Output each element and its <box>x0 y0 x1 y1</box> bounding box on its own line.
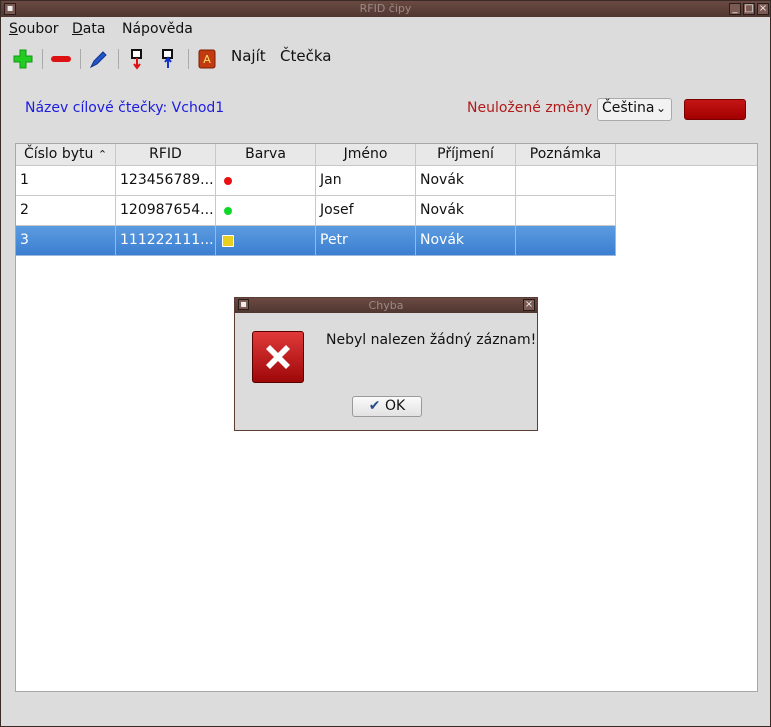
toolbar: A Najít Čtečka <box>1 41 770 73</box>
cell-last-name[interactable]: Novák <box>416 196 516 226</box>
reader-name-label: Název cílové čtečky: Vchod1 <box>25 100 225 116</box>
color-dot-icon <box>224 177 232 185</box>
cell-color[interactable] <box>216 166 316 196</box>
cell-first-name[interactable]: Jan <box>316 166 416 196</box>
color-dot-icon <box>222 235 234 247</box>
menubar: Soubor Data Nápověda <box>1 18 770 40</box>
toolbar-separator <box>80 49 81 69</box>
error-dialog: ▪ Chyba × Nebyl nalezen žádný záznam! ✔ … <box>234 297 538 431</box>
cell-last-name[interactable]: Novák <box>416 166 516 196</box>
menu-data-label: ata <box>82 21 106 37</box>
dialog-menu-icon[interactable]: ▪ <box>238 299 249 310</box>
error-icon <box>252 331 304 383</box>
toolbar-separator <box>188 49 189 69</box>
cell-apartment[interactable]: 2 <box>16 196 116 226</box>
minimize-icon[interactable]: _ <box>729 3 741 15</box>
unsaved-changes-label: Neuložené změny <box>467 100 593 116</box>
dialog-title: Chyba <box>368 299 404 312</box>
toolbar-separator <box>42 49 43 69</box>
dictionary-icon[interactable]: A <box>194 46 220 72</box>
toolbar-separator <box>118 49 119 69</box>
cell-first-name[interactable]: Petr <box>316 226 416 256</box>
cell-rfid[interactable]: 123456789... <box>116 166 216 196</box>
cell-last-name[interactable]: Novák <box>416 226 516 256</box>
sort-ascending-icon: ⌃ <box>97 148 108 161</box>
window-menu-icon[interactable]: ▪ <box>4 3 16 15</box>
cell-color[interactable] <box>216 196 316 226</box>
table-header: Číslo bytu ⌃ RFID Barva Jméno Příjmení P… <box>16 144 757 166</box>
cell-rfid[interactable]: 111222111... <box>116 226 216 256</box>
move-down-icon[interactable] <box>124 46 150 72</box>
window-titlebar[interactable]: ▪ RFID čipy _ □ × <box>1 1 770 17</box>
cell-rfid[interactable]: 120987654... <box>116 196 216 226</box>
column-header-first-name[interactable]: Jméno <box>316 144 416 166</box>
cell-first-name[interactable]: Josef <box>316 196 416 226</box>
add-icon[interactable] <box>10 46 36 72</box>
color-dot-icon <box>224 207 232 215</box>
column-header-rfid[interactable]: RFID <box>116 144 216 166</box>
language-select[interactable]: Čeština ⌄ <box>597 98 672 121</box>
cell-note[interactable] <box>516 226 616 256</box>
column-header-color[interactable]: Barva <box>216 144 316 166</box>
find-button[interactable]: Najít <box>231 47 266 65</box>
ok-button[interactable]: ✔ OK <box>352 396 422 417</box>
menu-data-mnemonic: D <box>72 21 83 37</box>
menu-soubor[interactable]: Soubor <box>9 21 59 37</box>
menu-napoveda[interactable]: Nápověda <box>122 21 193 37</box>
save-changes-button[interactable] <box>684 99 746 120</box>
dialog-titlebar[interactable]: ▪ Chyba × <box>235 298 537 313</box>
edit-pen-icon[interactable] <box>86 46 112 72</box>
menu-soubor-label: oubor <box>17 21 59 37</box>
cell-apartment[interactable]: 1 <box>16 166 116 196</box>
ok-label: OK <box>384 398 406 414</box>
move-up-icon[interactable] <box>155 46 181 72</box>
table-row[interactable]: 2 120987654... Josef Novák <box>16 196 616 226</box>
cell-note[interactable] <box>516 196 616 226</box>
remove-icon[interactable] <box>48 46 74 72</box>
main-window: ▪ RFID čipy _ □ × Soubor Data Nápověda A <box>0 0 771 727</box>
maximize-icon[interactable]: □ <box>743 3 755 15</box>
table-row[interactable]: 1 123456789... Jan Novák <box>16 166 616 196</box>
language-value: Čeština <box>602 100 655 116</box>
cell-color[interactable] <box>216 226 316 256</box>
table-row-selected[interactable]: 3 111222111... Petr Novák <box>16 226 616 256</box>
dialog-message: Nebyl nalezen žádný záznam! <box>326 332 537 348</box>
column-header-note[interactable]: Poznámka <box>516 144 616 166</box>
cell-note[interactable] <box>516 166 616 196</box>
column-header-label: Číslo bytu <box>23 146 94 162</box>
column-header-apartment[interactable]: Číslo bytu ⌃ <box>16 144 116 166</box>
column-header-last-name[interactable]: Příjmení <box>416 144 516 166</box>
close-icon[interactable]: × <box>757 3 769 15</box>
window-title: RFID čipy <box>359 2 412 15</box>
check-icon: ✔ <box>368 398 381 414</box>
reader-button[interactable]: Čtečka <box>280 47 331 65</box>
chevron-down-icon: ⌄ <box>655 101 666 115</box>
menu-data[interactable]: Data <box>72 21 105 37</box>
dialog-close-icon[interactable]: × <box>523 299 535 311</box>
svg-text:A: A <box>203 53 211 66</box>
cell-apartment[interactable]: 3 <box>16 226 116 256</box>
menu-soubor-mnemonic: S <box>9 21 18 37</box>
